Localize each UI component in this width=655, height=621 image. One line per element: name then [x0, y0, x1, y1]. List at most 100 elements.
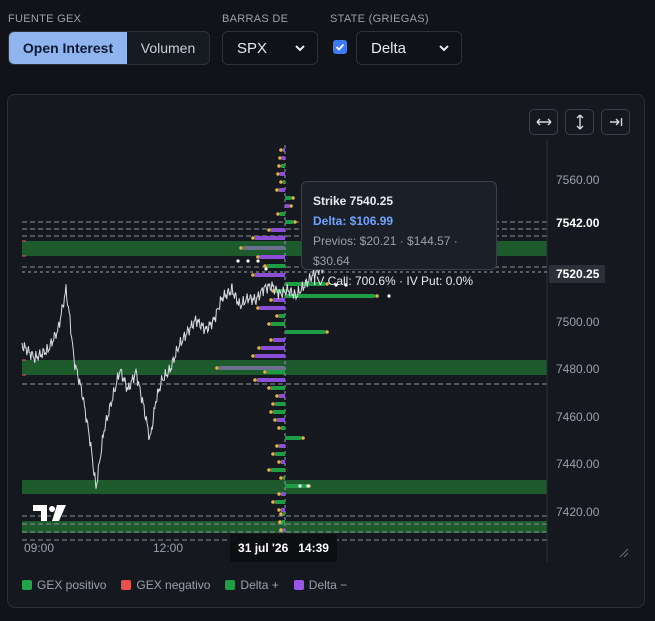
delta-bar-dot [269, 410, 273, 414]
delta-bar-dot [279, 512, 283, 516]
price-tick: 7560.00 [556, 173, 600, 187]
delta-bar [275, 402, 285, 406]
delta-bar-dot [263, 264, 267, 268]
delta-bar [285, 436, 301, 440]
delta-bar-dot [267, 468, 271, 472]
crosshair-time-tag: 31 jul '26 14:39 [230, 534, 337, 562]
delta-bar [280, 172, 285, 176]
delta-bar [285, 294, 375, 298]
delta-bar [281, 492, 285, 496]
price-tag-current: 7520.25 [549, 265, 605, 283]
delta-bar-dot [256, 306, 260, 310]
delta-bar-dot [276, 212, 280, 216]
delta-bar-dot [276, 172, 280, 176]
delta-bar-dot [289, 204, 293, 208]
legend-swatch [22, 580, 32, 590]
strike-dot [256, 259, 260, 263]
delta-bar-dot [271, 500, 275, 504]
strike-dot [298, 484, 302, 488]
delta-bar-dot [271, 452, 275, 456]
delta-bar-dot [263, 370, 267, 374]
legend-item-delta-negative[interactable]: Delta − [293, 578, 347, 592]
delta-bar [277, 418, 285, 422]
crosshair-date: 31 jul '26 [238, 541, 289, 555]
price-tick: 7420.00 [556, 505, 600, 519]
delta-bar [257, 378, 285, 382]
delta-bar [275, 452, 285, 456]
delta-bar-dot [277, 508, 281, 512]
delta-bar [283, 528, 285, 532]
delta-bar [281, 164, 285, 168]
legend-item-gex-positive[interactable]: GEX positivo [22, 578, 106, 592]
delta-bar-dot [267, 228, 271, 232]
strike-dot [264, 267, 268, 271]
tradingview-logo [33, 505, 66, 521]
strike-dot [246, 259, 250, 263]
delta-bar-dot [279, 476, 283, 480]
delta-bar [281, 426, 285, 430]
delta-bar-dot [269, 298, 273, 302]
delta-bar-dot [278, 156, 282, 160]
delta-bar-dot [293, 220, 297, 224]
delta-bar [271, 468, 285, 472]
delta-bar [255, 236, 285, 240]
delta-bar-dot [301, 436, 305, 440]
tooltip-strike: Strike 7540.25 [313, 194, 394, 208]
delta-bar [260, 255, 285, 259]
price-tick: 7480.00 [556, 362, 600, 376]
delta-bar-dot [375, 294, 379, 298]
delta-bar [261, 346, 285, 350]
delta-bar-dot [257, 346, 261, 350]
delta-bar [279, 444, 285, 448]
delta-bar [267, 370, 285, 374]
delta-bar-dot [267, 322, 271, 326]
delta-bar [279, 314, 285, 318]
delta-bar-dot [279, 148, 283, 152]
delta-bar [273, 410, 285, 414]
delta-bar [271, 228, 285, 232]
price-tag-upper: 7542.00 [556, 216, 600, 230]
price-tick: 7460.00 [556, 410, 600, 424]
delta-bar-dot [277, 164, 281, 168]
delta-bar [285, 204, 289, 208]
delta-bar [283, 148, 285, 152]
price-chart[interactable] [0, 0, 655, 621]
delta-bar [285, 484, 307, 488]
strike-tooltip: Strike 7540.25 Delta: $106.99 Previos: $… [301, 181, 497, 288]
delta-bar [273, 338, 285, 342]
legend-swatch [293, 580, 304, 590]
delta-bar-dot [256, 255, 260, 259]
delta-bar [271, 322, 285, 326]
delta-bar-dot [291, 196, 295, 200]
delta-bar-dot [267, 386, 271, 390]
delta-bar [271, 386, 285, 390]
resize-handle-icon[interactable] [619, 548, 629, 558]
delta-bar-dot [275, 188, 279, 192]
delta-bar [275, 500, 285, 504]
time-tick: 12:00 [153, 541, 184, 555]
legend-item-gex-negative[interactable]: GEX negativo [121, 578, 210, 592]
delta-bar-dot [277, 460, 281, 464]
delta-bar [260, 306, 285, 310]
delta-bar-dot [278, 520, 282, 524]
delta-bar-dot [215, 366, 219, 370]
chart-legend: GEX positivo GEX negativo Delta + Delta … [22, 578, 347, 592]
legend-swatch [121, 580, 132, 590]
delta-bar-dot [271, 402, 275, 406]
delta-bar [273, 298, 285, 302]
delta-bar-dot [275, 394, 279, 398]
delta-bar [285, 196, 291, 200]
time-tick: 09:00 [24, 541, 55, 555]
delta-bar [267, 264, 285, 268]
legend-item-delta-positive[interactable]: Delta + [225, 578, 279, 592]
delta-bar [281, 508, 285, 512]
delta-bar [280, 212, 285, 216]
delta-bar [283, 180, 285, 184]
delta-bar [219, 366, 285, 370]
tooltip-iv: IV Call: 700.6% · IV Put: 0.0% [313, 274, 474, 288]
strike-dot [306, 484, 310, 488]
delta-bar [279, 188, 285, 192]
delta-bar-dot [275, 444, 279, 448]
delta-bar-dot [325, 330, 329, 334]
tooltip-previous: Previos: $20.21 · $144.57 · $30.64 [313, 234, 458, 268]
